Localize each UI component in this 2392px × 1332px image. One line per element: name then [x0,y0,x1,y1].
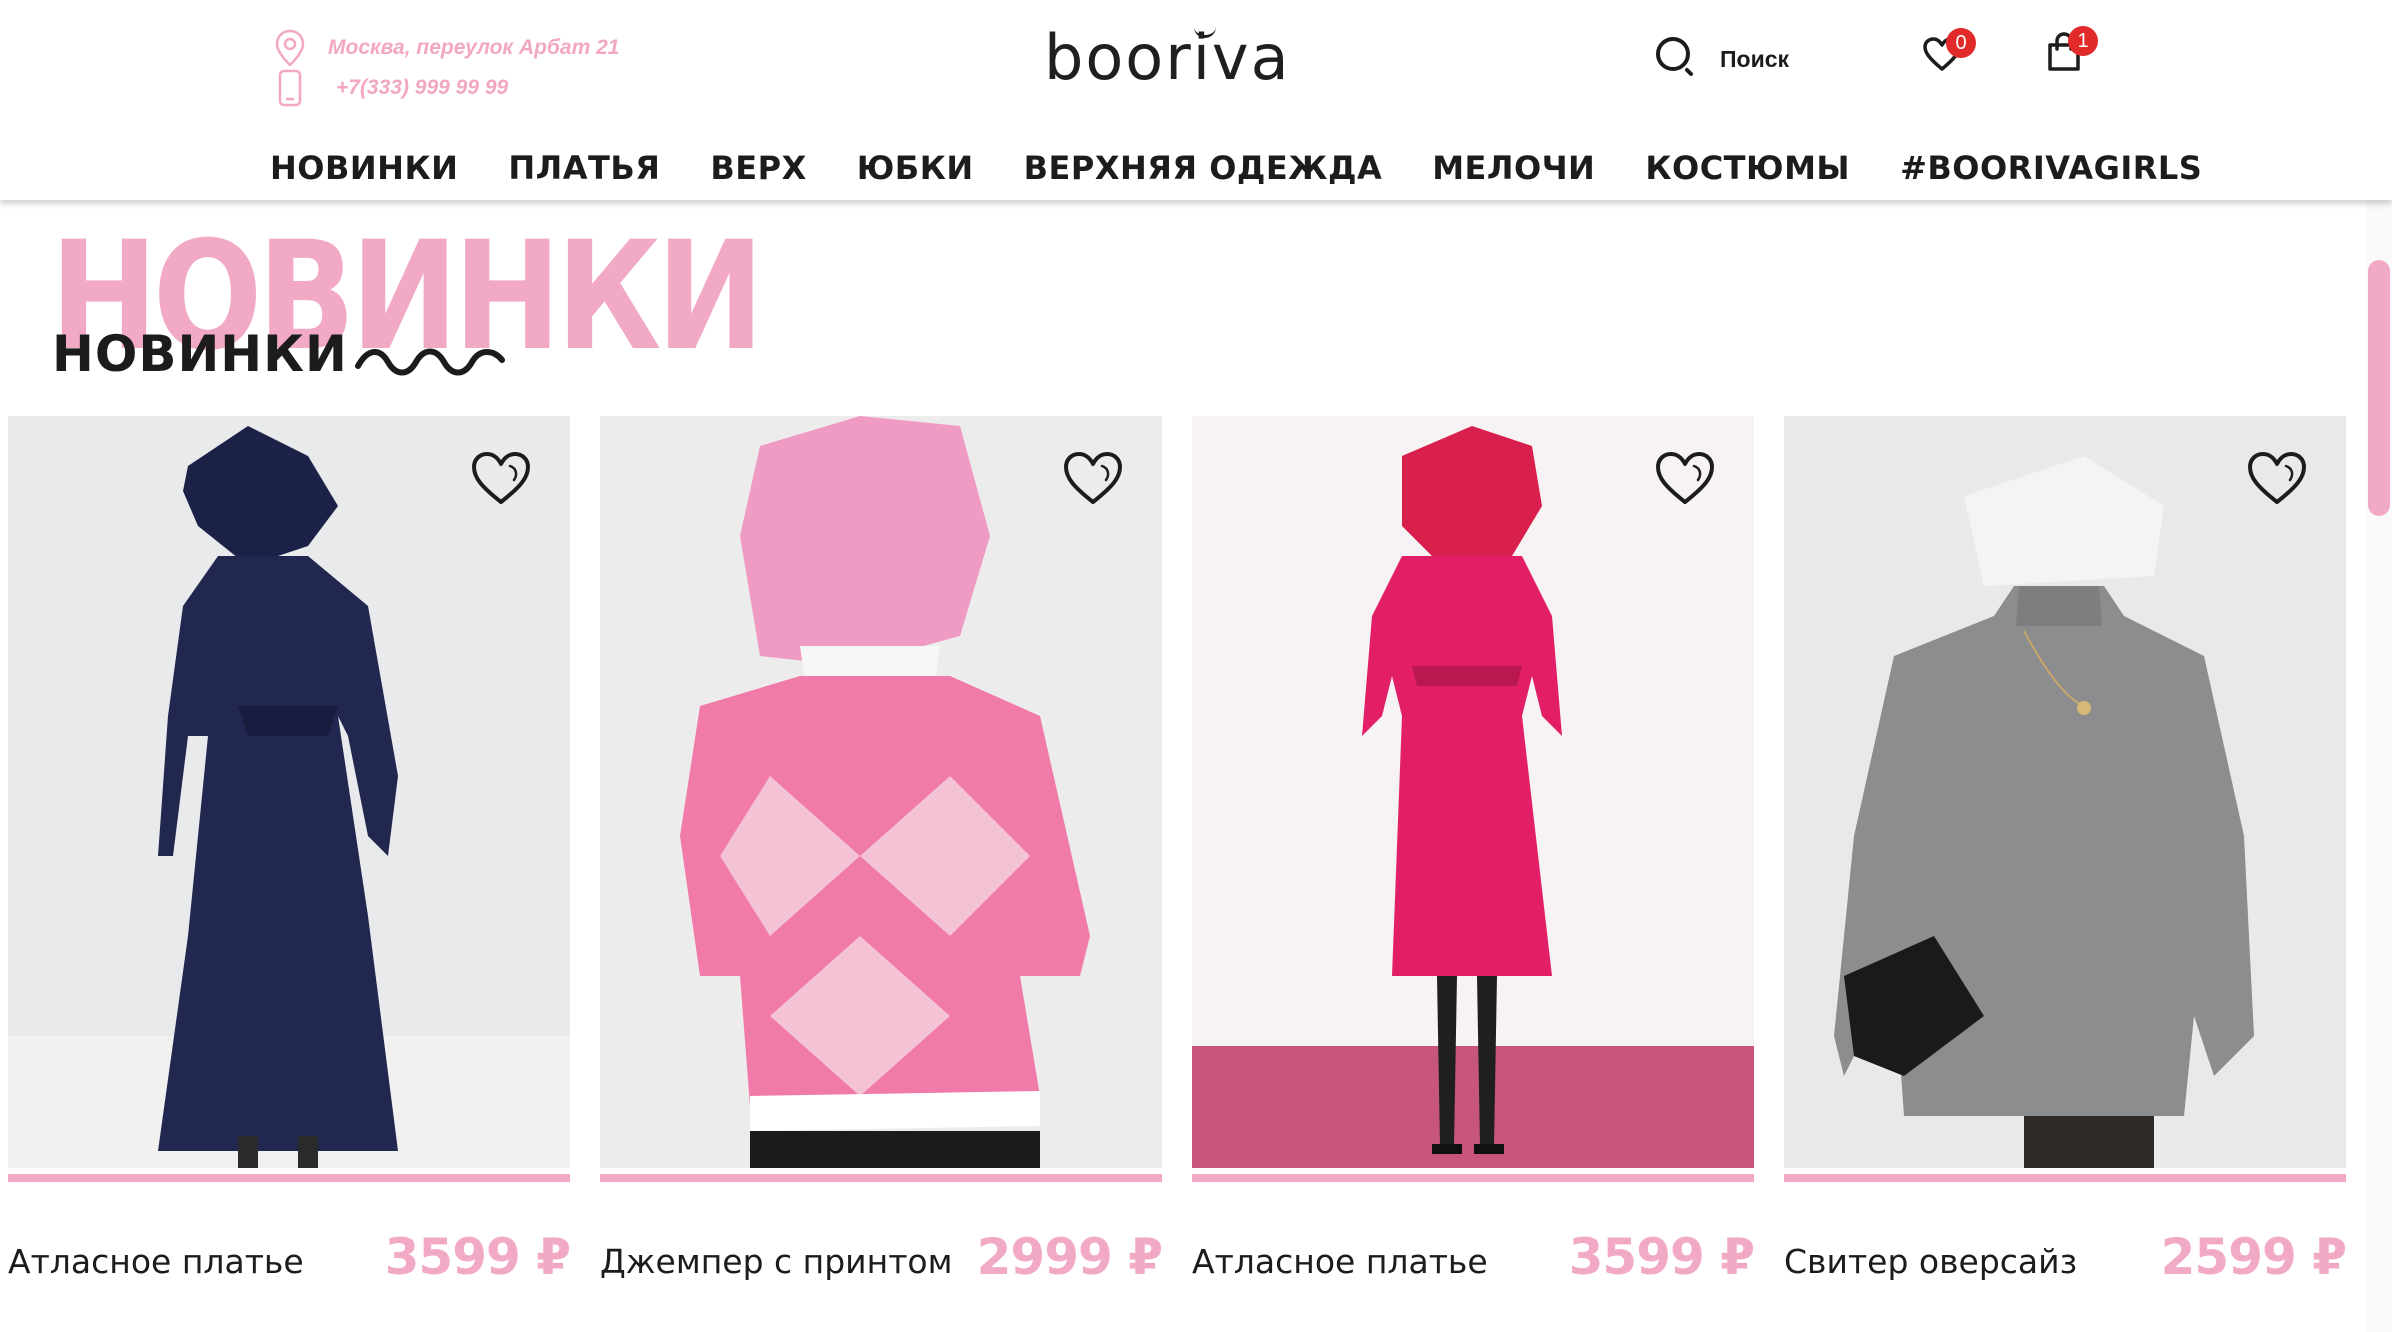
product-price: 2999 ₽ [976,1228,1163,1286]
product-price: 3599 ₽ [384,1228,571,1286]
product-card[interactable]: Джемпер с принтом 2999 ₽ [600,416,1163,1332]
product-photo[interactable] [1784,416,2346,1168]
product-card[interactable]: Свитер оверсайз 2599 ₽ [1784,416,2347,1332]
search-label: Поиск [1720,45,1790,72]
product-card[interactable]: Атласное платье 3599 ₽ [8,416,571,1332]
phone-row[interactable]: +7(333) 999 99 99 [274,68,619,108]
location-pin-icon [274,28,306,68]
card-accent-bar [1192,1174,1754,1182]
nav-item-verhnyaya-odezhda[interactable]: ВЕРХНЯЯ ОДЕЖДА [1024,149,1383,187]
logo-text: booriva [1044,21,1291,94]
product-grid: Атласное платье 3599 ₽ Джемпер с принтом… [8,416,2348,1332]
section-heading: НОВИНКИ НОВИНКИ [50,212,764,383]
search-icon [1654,35,1698,84]
nav-item-yubki[interactable]: ЮБКИ [857,149,974,187]
product-name[interactable]: Свитер оверсайз [1784,1242,2077,1281]
phone-text[interactable]: +7(333) 999 99 99 [336,76,508,100]
favorites-count-badge: 0 [1946,28,1976,58]
contact-info: Москва, переулок Арбат 21 +7(333) 999 99… [274,28,619,108]
product-name[interactable]: Атласное платье [8,1242,304,1281]
card-accent-bar [600,1174,1162,1182]
product-name[interactable]: Атласное платье [1192,1242,1488,1281]
wishlist-heart-icon[interactable] [1654,450,1716,506]
nav-item-kostyumy[interactable]: КОСТЮМЫ [1645,149,1850,187]
product-price: 2599 ₽ [2160,1228,2347,1286]
nav-item-platya[interactable]: ПЛАТЬЯ [508,149,660,187]
cart-count-badge: 1 [2068,26,2098,56]
favorites-button[interactable]: 0 [1918,28,1976,80]
product-photo[interactable] [1192,416,1754,1168]
address-row: Москва, переулок Арбат 21 [274,28,619,68]
cart-button[interactable]: 1 [2040,26,2098,78]
scrollbar-thumb[interactable] [2368,260,2390,516]
nav-item-verh[interactable]: ВЕРХ [710,149,806,187]
address-text: Москва, переулок Арбат 21 [328,36,620,59]
search-button[interactable]: Поиск [1654,34,1789,84]
phone-icon [274,68,306,108]
product-price: 3599 ₽ [1568,1228,1755,1286]
nav-item-boorivagirls[interactable]: #BOORIVAGIRLS [1900,149,2202,187]
wishlist-heart-icon[interactable] [2246,450,2308,506]
squiggle-decoration [355,348,505,376]
section-title: НОВИНКИ [52,325,348,383]
wishlist-heart-icon[interactable] [1062,450,1124,506]
product-name[interactable]: Джемпер с принтом [600,1242,953,1281]
product-card[interactable]: Атласное платье 3599 ₽ [1192,416,1755,1332]
product-photo[interactable] [600,416,1162,1168]
wishlist-heart-icon[interactable] [470,450,532,506]
nav-item-novinki[interactable]: НОВИНКИ [270,149,458,187]
site-logo[interactable]: booriva [1044,18,1289,98]
card-accent-bar [1784,1174,2346,1182]
site-header: Москва, переулок Арбат 21 +7(333) 999 99… [0,0,2392,200]
product-photo[interactable] [8,416,570,1168]
main-nav: НОВИНКИ ПЛАТЬЯ ВЕРХ ЮБКИ ВЕРХНЯЯ ОДЕЖДА … [270,146,2202,190]
nav-item-melochi[interactable]: МЕЛОЧИ [1432,149,1595,187]
card-accent-bar [8,1174,570,1182]
